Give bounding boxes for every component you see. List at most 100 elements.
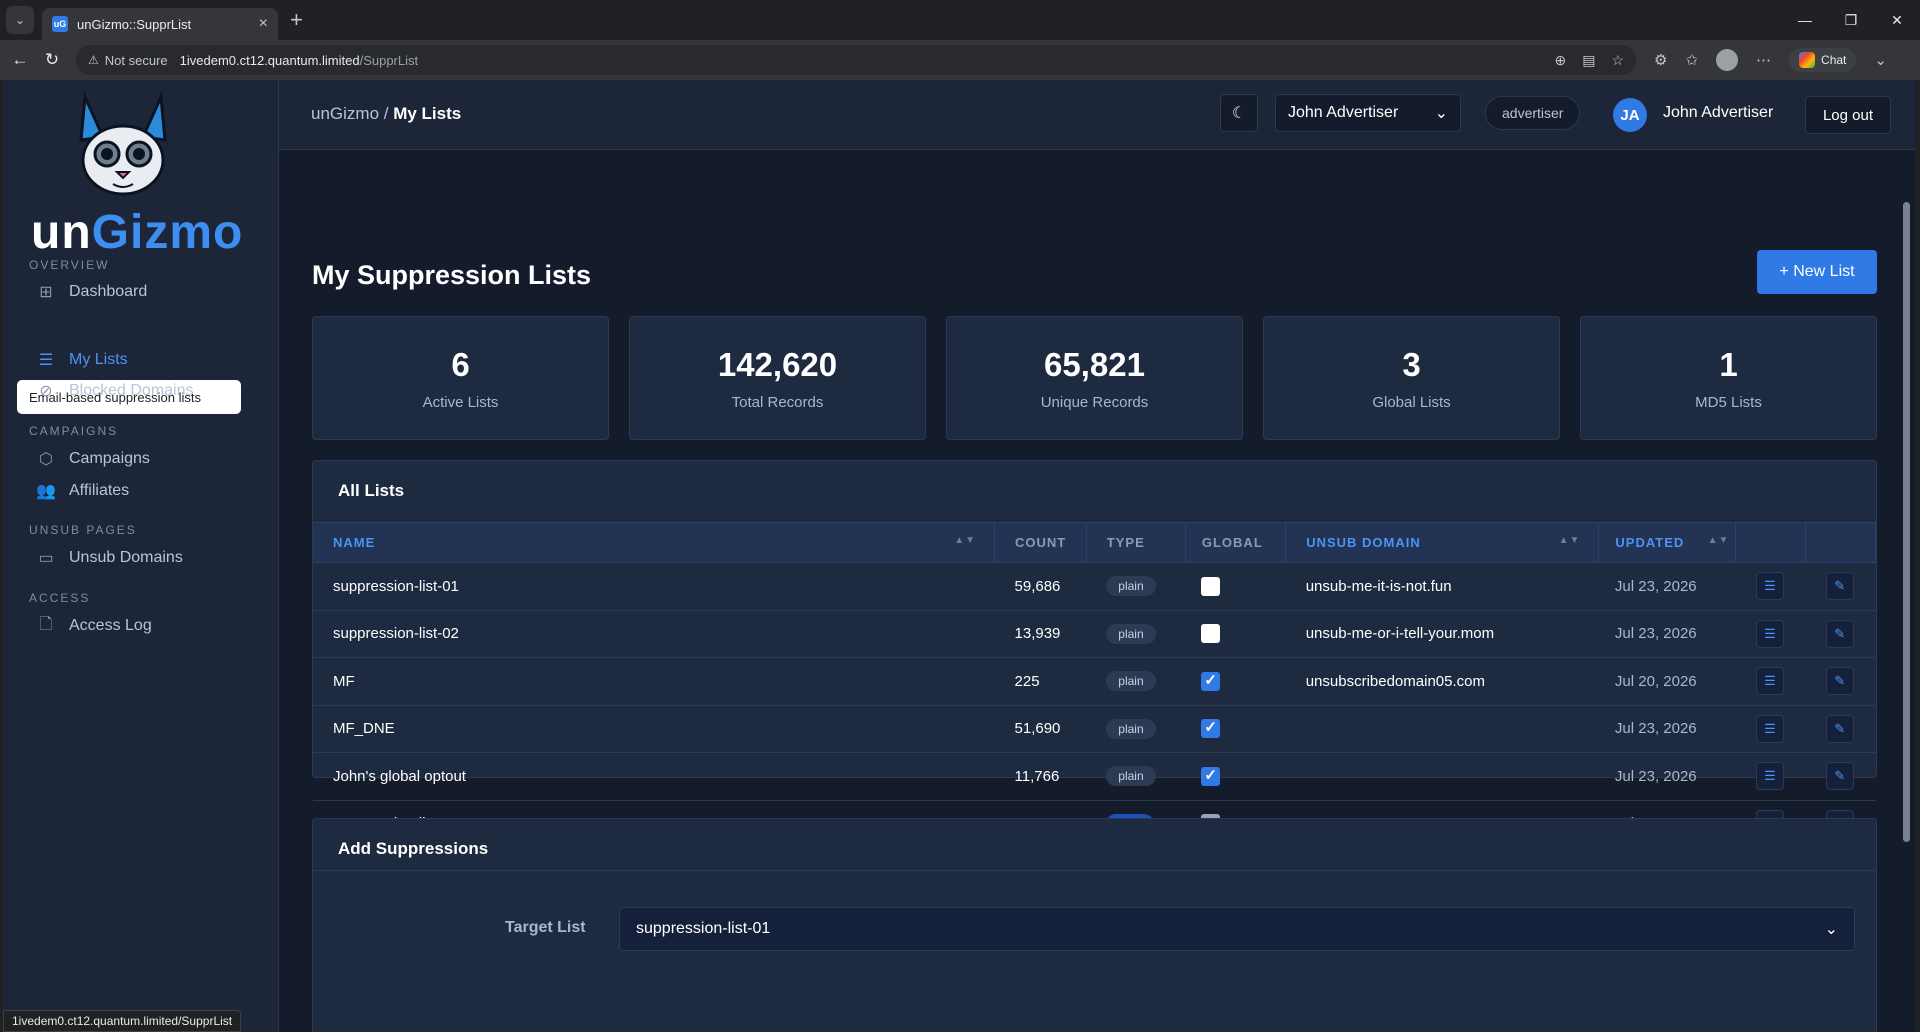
page-title: My Suppression Lists xyxy=(312,260,592,290)
sidebar-item-label: Unsub Domains xyxy=(69,549,183,566)
global-checkbox[interactable] xyxy=(1201,766,1221,786)
warning-icon: ⚠ xyxy=(88,53,99,67)
reader-icon[interactable]: ▤ xyxy=(1582,52,1595,69)
view-list-icon[interactable]: ☰ xyxy=(1755,762,1784,791)
cell-view: ☰ xyxy=(1735,752,1806,801)
stat-card: 65,821 Unique Records xyxy=(946,316,1243,440)
target-list-select[interactable]: suppression-list-01 ⌄ xyxy=(619,907,1855,951)
sidebar: unGizmo OVERVIEW ⊞ Dashboard Email-based… xyxy=(3,80,279,1032)
brand-logo[interactable]: unGizmo xyxy=(31,205,243,260)
table-row: John's global optout11,766 plain Jul 23, 2… xyxy=(313,752,1876,801)
stat-label: Global Lists xyxy=(1372,393,1451,411)
browser-tab-bar: ⌄ uG unGizmo::SupprList × + — ❐ ✕ xyxy=(0,0,1920,40)
url-host: 1ivedem0.ct12.quantum.limited xyxy=(179,52,360,68)
global-checkbox[interactable] xyxy=(1201,624,1221,644)
view-list-icon[interactable]: ☰ xyxy=(1755,572,1784,601)
divider xyxy=(313,870,1876,871)
view-list-icon[interactable]: ☰ xyxy=(1755,667,1784,696)
close-window-icon[interactable]: ✕ xyxy=(1874,12,1920,29)
not-secure-label: Not secure xyxy=(104,52,168,68)
sidebar-item-unsub-domains[interactable]: ▭ Unsub Domains xyxy=(37,549,183,567)
column-header-count: COUNT xyxy=(994,522,1087,563)
sidebar-item-label: Affiliates xyxy=(69,482,130,499)
sidebar-item-blocked-domains[interactable]: ⊘ Blocked Domains xyxy=(37,382,193,400)
cell-name[interactable]: suppression-list-02 xyxy=(313,610,995,658)
bookmark-star-icon[interactable]: ☆ xyxy=(1611,52,1624,69)
column-header-name[interactable]: NAME ▲▼ xyxy=(313,522,996,563)
edit-pencil-icon[interactable]: ✎ xyxy=(1825,619,1854,648)
cell-global xyxy=(1185,657,1286,706)
page-scrollbar[interactable] xyxy=(1899,150,1915,1032)
stat-value: 65,821 xyxy=(1044,345,1145,383)
sidebar-item-label: Dashboard xyxy=(69,283,148,300)
extensions-icon[interactable]: ⚙ xyxy=(1654,51,1667,69)
back-icon[interactable]: ← xyxy=(4,50,36,70)
new-list-button[interactable]: + New List xyxy=(1757,250,1877,294)
browser-tab[interactable]: uG unGizmo::SupprList × xyxy=(42,8,278,40)
sidebar-item-affiliates[interactable]: 👥 Affiliates xyxy=(36,482,130,500)
global-checkbox[interactable] xyxy=(1201,576,1221,596)
role-badge: advertiser xyxy=(1485,96,1581,130)
tab-favicon: uG xyxy=(52,16,68,32)
column-header-edit xyxy=(1805,522,1876,563)
sort-icon: ▲▼ xyxy=(954,535,977,546)
edit-pencil-icon[interactable]: ✎ xyxy=(1825,572,1854,601)
lists-table: NAME ▲▼ COUNT TYPE GLOBAL UNSUB DOMAIN ▲▼ … xyxy=(313,522,1876,848)
user-select[interactable]: John Advertiser ⌄ xyxy=(1275,94,1461,132)
address-bar[interactable]: ⚠ Not secure 1ivedem0.ct12.quantum.limit… xyxy=(76,45,1636,75)
column-header-updated[interactable]: UPDATED ▲▼ xyxy=(1598,522,1737,563)
table-row: suppression-list-02 13,939 plain unsub-me-o… xyxy=(313,610,1876,658)
cell-type: plain xyxy=(1086,705,1186,753)
logout-button[interactable]: Log out xyxy=(1805,96,1891,134)
minimize-icon[interactable]: — xyxy=(1782,12,1828,28)
tab-close-icon[interactable]: × xyxy=(259,15,268,33)
tab-search-button[interactable]: ⌄ xyxy=(6,6,34,34)
type-badge: plain xyxy=(1106,766,1156,787)
card-title: All Lists xyxy=(338,481,405,500)
global-checkbox[interactable] xyxy=(1201,718,1221,739)
sidebar-item-access-log[interactable]: 🗋 Access Log xyxy=(37,616,152,635)
column-header-unsub-domain[interactable]: UNSUB DOMAIN ▲▼ xyxy=(1285,522,1600,563)
chat-button[interactable]: Chat xyxy=(1789,48,1857,72)
chat-label: Chat xyxy=(1821,53,1847,67)
global-checkbox[interactable] xyxy=(1201,671,1221,691)
column-header-global: GLOBAL xyxy=(1185,522,1287,563)
card-title: Add Suppressions xyxy=(338,839,489,858)
section-campaigns: CAMPAIGNS xyxy=(29,424,119,438)
more-icon[interactable]: ⋯ xyxy=(1756,51,1771,69)
scrollbar-thumb[interactable] xyxy=(1903,202,1910,842)
table-row: MF225 plain unsubscribedomain05.comJul 20,… xyxy=(313,657,1876,706)
cell-name[interactable]: suppression-list-01 xyxy=(313,562,995,611)
sidebar-item-my-lists[interactable]: ☰ My Lists xyxy=(37,351,128,369)
favorites-icon[interactable]: ✩ xyxy=(1685,51,1698,69)
stat-value: 6 xyxy=(451,345,470,383)
breadcrumb-root[interactable]: unGizmo xyxy=(311,104,379,123)
cell-name[interactable]: John's global optout xyxy=(313,752,995,801)
view-list-icon[interactable]: ☰ xyxy=(1755,714,1784,743)
type-badge: plain xyxy=(1106,623,1156,644)
breadcrumb: unGizmo / My Lists xyxy=(311,104,461,124)
theme-toggle-moon-icon[interactable]: ☾ xyxy=(1220,94,1258,132)
chevron-down-icon: ⌄ xyxy=(1434,105,1448,122)
edit-pencil-icon[interactable]: ✎ xyxy=(1825,762,1854,791)
edit-pencil-icon[interactable]: ✎ xyxy=(1825,667,1854,696)
block-icon: ⊘ xyxy=(39,383,53,400)
cell-name[interactable]: MF xyxy=(313,657,995,706)
restore-icon[interactable]: ❐ xyxy=(1828,12,1874,29)
chevron-down-icon[interactable]: ⌄ xyxy=(1874,51,1887,69)
edit-pencil-icon[interactable]: ✎ xyxy=(1825,714,1854,743)
status-bar-url: 1ivedem0.ct12.quantum.limited/SupprList xyxy=(3,1010,242,1032)
view-list-icon[interactable]: ☰ xyxy=(1755,619,1784,648)
cell-unsub-domain: unsubscribedomain05.com xyxy=(1285,657,1599,706)
zoom-icon[interactable]: ⊕ xyxy=(1554,52,1566,69)
cell-name[interactable]: MF_DNE xyxy=(313,705,995,753)
sidebar-item-campaigns[interactable]: ⬡ Campaigns xyxy=(37,450,150,468)
sidebar-item-label: Campaigns xyxy=(69,450,150,467)
reload-icon[interactable]: ↻ xyxy=(36,50,68,70)
cell-count: 51,690 xyxy=(994,705,1087,753)
profile-icon[interactable] xyxy=(1716,49,1739,71)
cell-view: ☰ xyxy=(1735,705,1806,753)
new-tab-button[interactable]: + xyxy=(290,7,303,33)
sidebar-item-dashboard[interactable]: ⊞ Dashboard xyxy=(37,283,147,301)
avatar[interactable]: JA xyxy=(1613,98,1647,132)
